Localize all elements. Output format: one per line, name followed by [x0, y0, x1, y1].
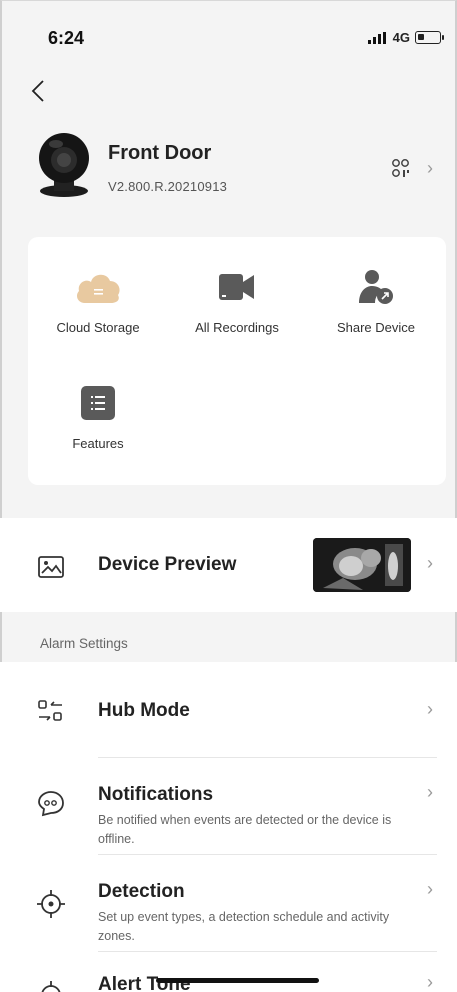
device-version: V2.800.R.20210913: [108, 179, 228, 194]
detection-title: Detection: [98, 881, 185, 902]
all-recordings-button[interactable]: All Recordings: [167, 267, 307, 335]
chevron-right-icon: ›: [427, 158, 433, 178]
list-icon: [74, 383, 122, 423]
crosshair-icon: [37, 890, 65, 918]
features-label: Features: [72, 436, 124, 451]
chevron-right-icon: ›: [427, 782, 433, 802]
chevron-right-icon: ›: [427, 699, 433, 719]
cloud-icon: [74, 267, 122, 307]
share-device-label: Share Device: [336, 320, 416, 335]
share-device-button[interactable]: Share Device: [306, 267, 446, 335]
hub-mode-title: Hub Mode: [98, 700, 190, 721]
detection-row[interactable]: Detection Set up event types, a detectio…: [0, 855, 457, 951]
video-camera-icon: [213, 267, 261, 307]
notifications-row[interactable]: Notifications Be notified when events ar…: [0, 758, 457, 854]
image-icon: [38, 556, 64, 578]
status-time: 6:24: [48, 28, 85, 48]
hub-mode-row[interactable]: Hub Mode ›: [0, 662, 457, 757]
preview-thumbnail[interactable]: [313, 538, 411, 592]
alert-tone-row[interactable]: Alert Tone ›: [0, 952, 457, 992]
device-preview-title: Device Preview: [98, 554, 237, 575]
quick-actions-card: Cloud Storage All Recordings Share Devic…: [28, 237, 446, 485]
qr-code-icon[interactable]: [392, 158, 410, 178]
alarm-settings-label: Alarm Settings: [40, 636, 128, 651]
chevron-right-icon: ›: [427, 553, 433, 573]
status-bar: 6:24 4G: [0, 0, 457, 74]
crosshair-icon: [41, 981, 61, 992]
share-user-icon: [352, 267, 400, 307]
hub-mode-icon: [38, 700, 62, 721]
notifications-title: Notifications: [98, 784, 214, 805]
device-header[interactable]: Front Door V2.800.R.20210913 ›: [0, 125, 457, 205]
chat-bubble-icon: [38, 791, 64, 817]
chevron-right-icon: ›: [427, 879, 433, 899]
alert-tone-title: Alert Tone: [98, 974, 191, 992]
cloud-storage-button[interactable]: Cloud Storage: [28, 267, 168, 335]
battery-icon: [415, 31, 444, 44]
chevron-right-icon: ›: [427, 972, 433, 992]
notifications-subtitle: Be notified when events are detected or …: [98, 813, 392, 846]
back-chevron-icon[interactable]: [28, 80, 50, 102]
camera-device-image: [39, 133, 89, 197]
features-button[interactable]: Features: [28, 383, 168, 451]
all-recordings-label: All Recordings: [195, 320, 279, 335]
device-name: Front Door: [108, 142, 212, 164]
alarm-settings-list: Hub Mode › Notifications Be notified whe…: [0, 662, 457, 992]
signal-icon: [367, 31, 386, 44]
detection-subtitle: Set up event types, a detection schedule…: [98, 910, 390, 943]
network-type: 4G: [392, 30, 410, 45]
home-indicator[interactable]: [156, 978, 319, 983]
cloud-storage-label: Cloud Storage: [56, 320, 140, 335]
